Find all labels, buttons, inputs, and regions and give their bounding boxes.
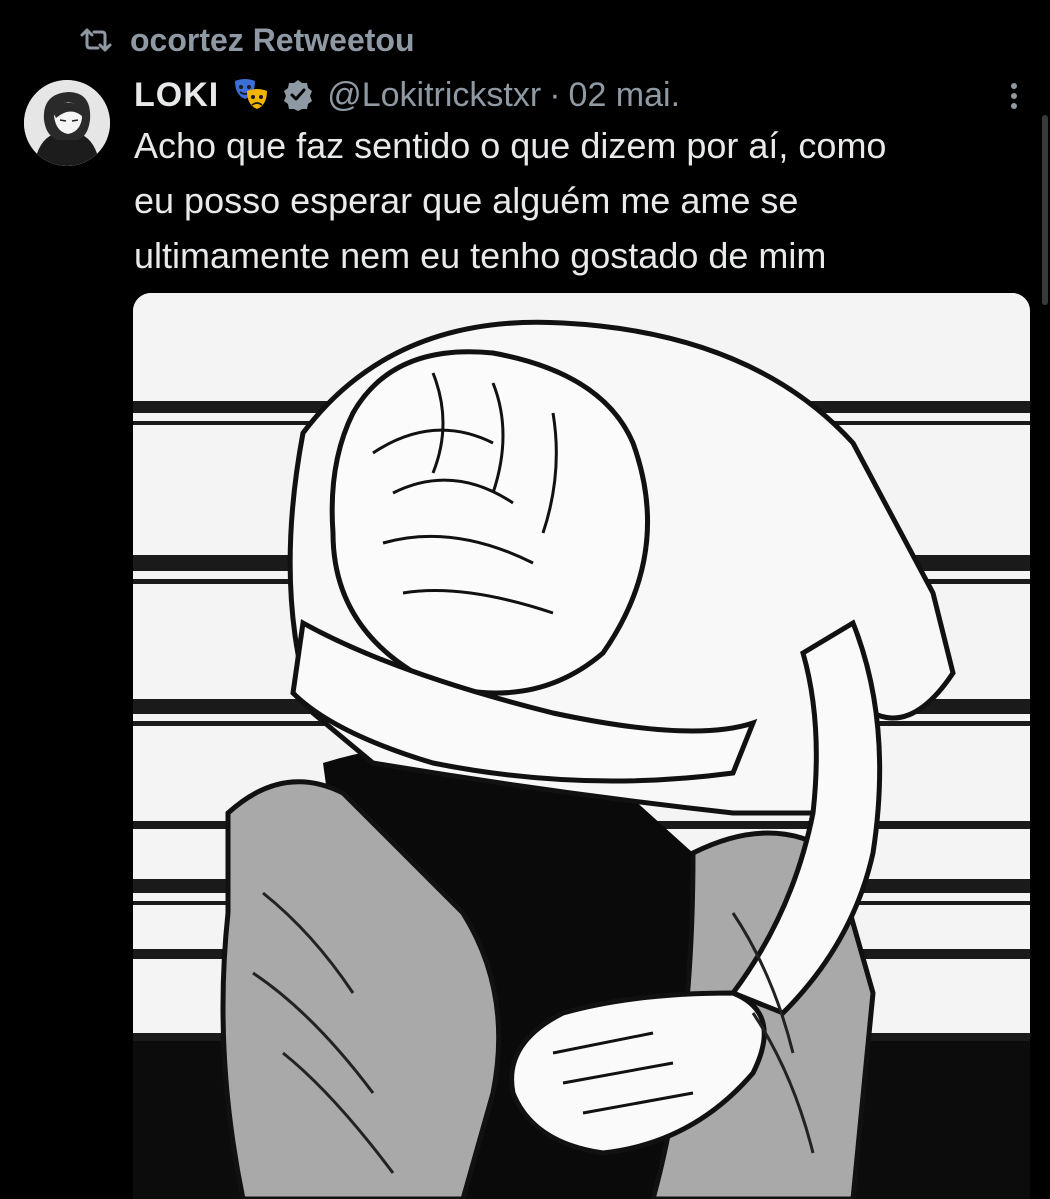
scrollbar[interactable]	[1042, 115, 1048, 305]
retweet-icon	[78, 25, 116, 55]
separator-dot: ·	[549, 75, 561, 114]
retweet-banner[interactable]: ocortez Retweetou	[78, 18, 414, 62]
tweet-text-line: ultimamente nem eu tenho gostado de mim	[134, 235, 827, 276]
tweet-date[interactable]: 02 mai.	[569, 76, 681, 115]
display-name[interactable]: LOKI	[134, 76, 219, 115]
tweet-header: LOKI @Lokitrickstxr · 02 mai.	[134, 72, 680, 118]
tweet-text-line: eu posso esperar que alguém me ame se	[134, 180, 799, 221]
verified-badge-icon	[284, 80, 313, 111]
tweet-media-image[interactable]	[133, 293, 1030, 1199]
performing-arts-emoji-icon	[235, 79, 268, 109]
tweet-text: Acho que faz sentido o que dizem por aí,…	[134, 118, 1014, 283]
retweet-text: ocortez Retweetou	[130, 21, 415, 58]
user-handle[interactable]: @Lokitrickstxr	[327, 76, 541, 115]
tweet-text-line: Acho que faz sentido o que dizem por aí,…	[134, 125, 887, 166]
more-options-icon[interactable]	[1002, 80, 1026, 112]
avatar[interactable]	[24, 80, 110, 166]
sad-figure-illustration-icon	[133, 293, 1030, 1199]
